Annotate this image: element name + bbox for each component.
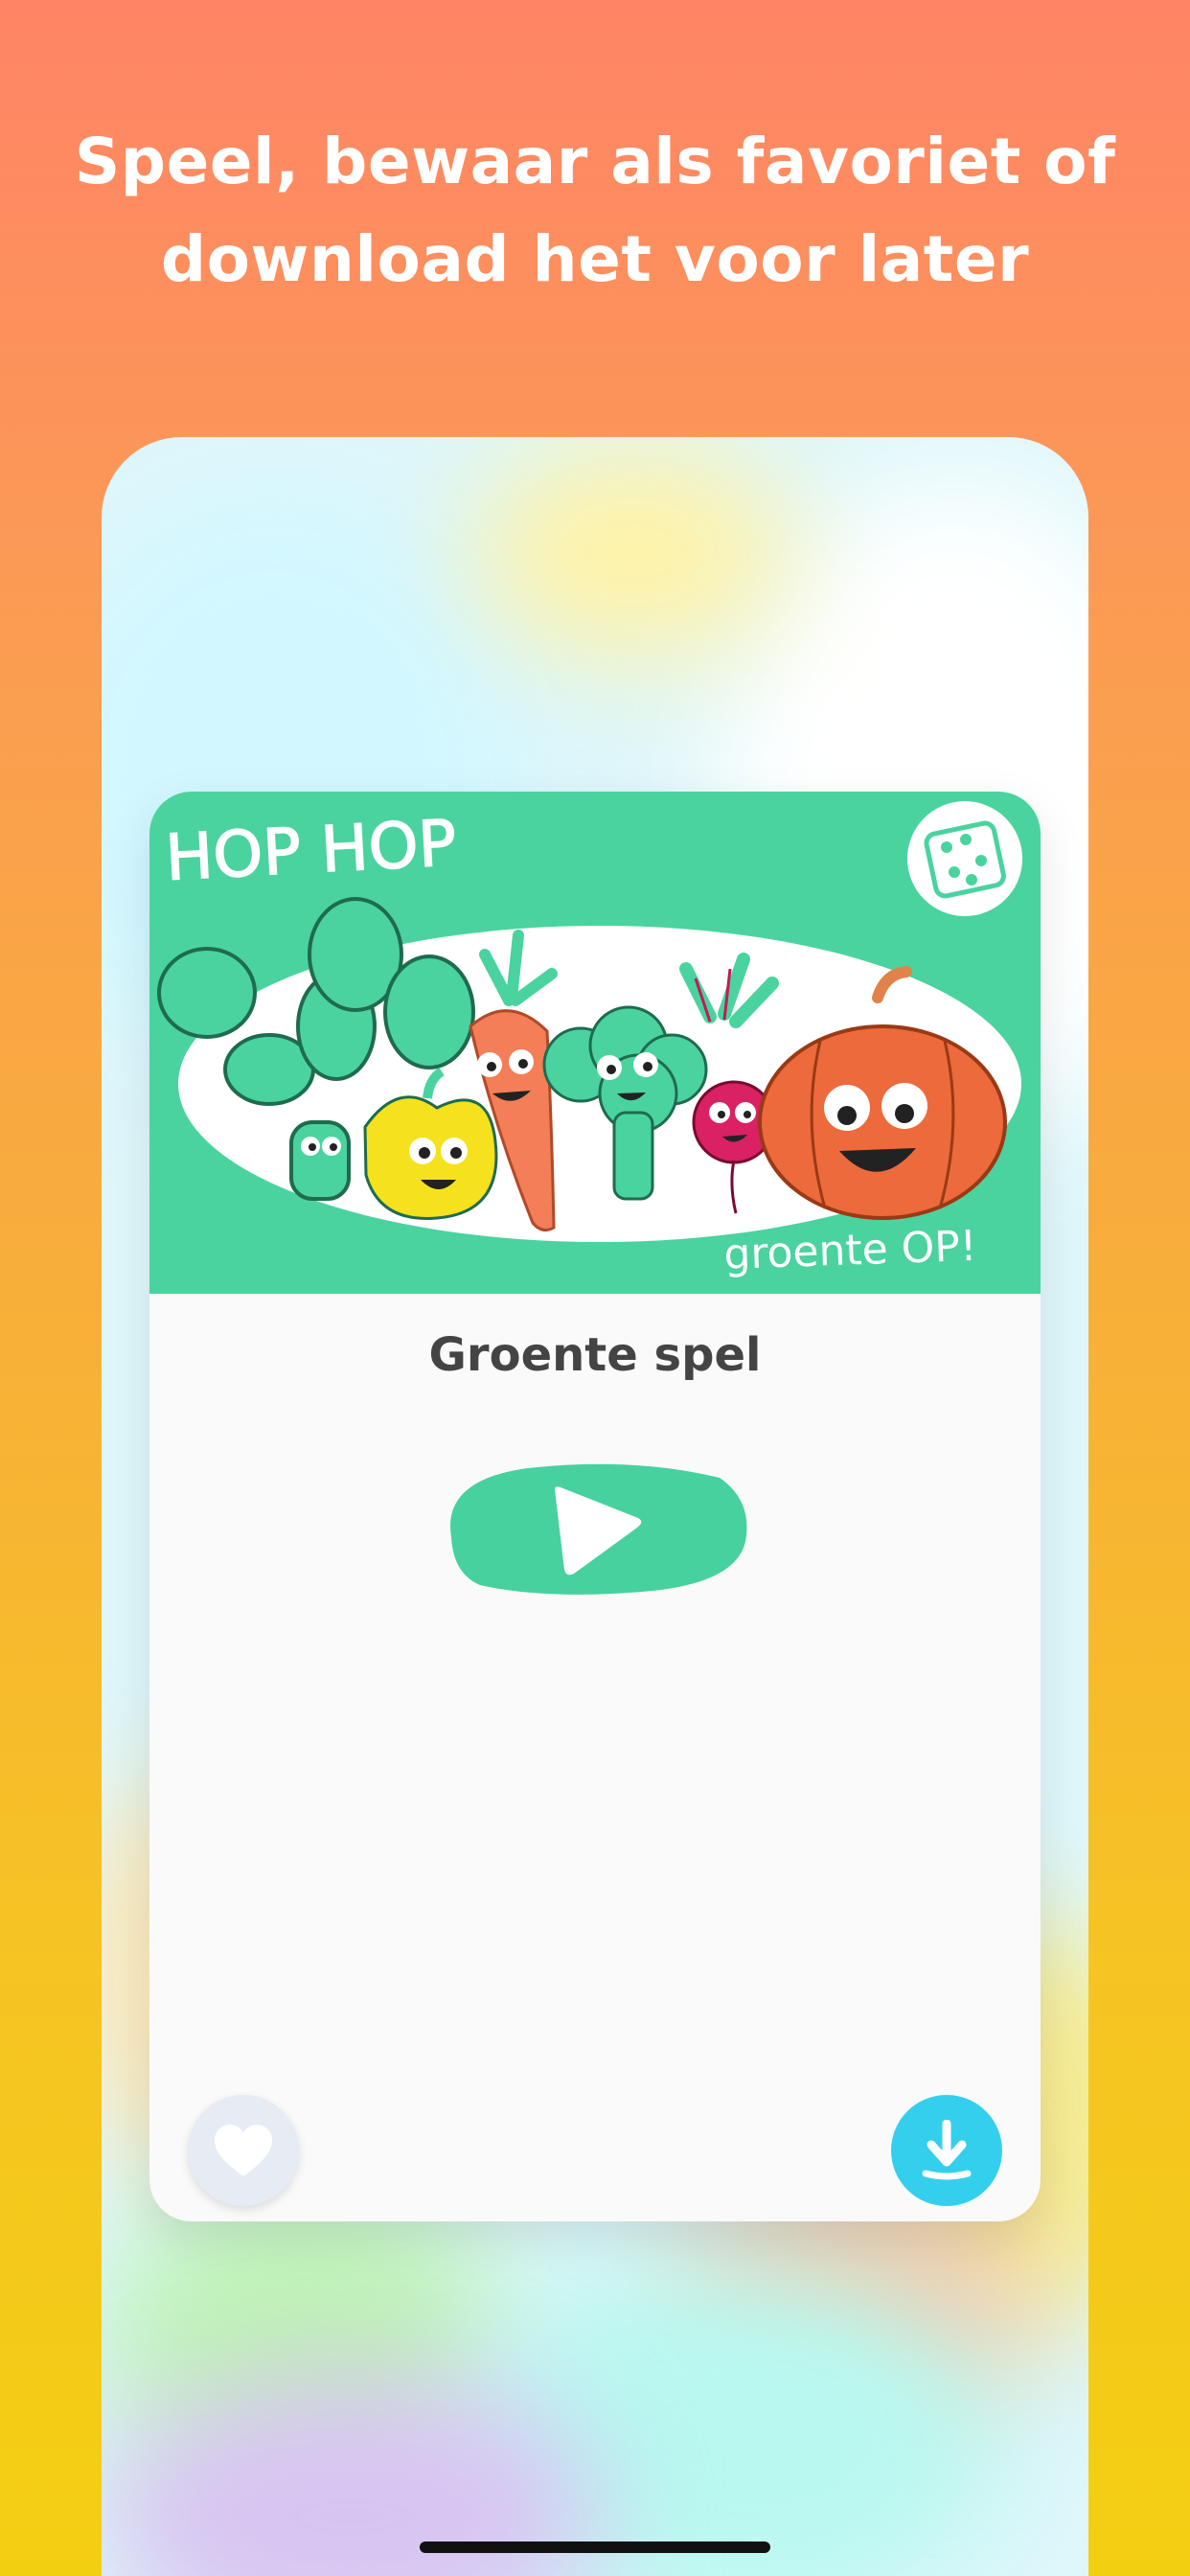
game-card: HOP HOP groente OP! Groente spel	[149, 792, 1041, 2221]
favorite-button[interactable]	[188, 2095, 299, 2206]
image-subtitle-text: groente OP!	[723, 1222, 978, 1279]
play-button[interactable]	[442, 1460, 748, 1600]
image-title-text: HOP HOP	[164, 806, 458, 895]
heart-icon	[215, 2125, 272, 2176]
headline-line-2: download het voor later	[160, 222, 1030, 296]
dice-icon	[907, 801, 1022, 916]
game-title: Groente spel	[428, 1328, 762, 1382]
download-icon	[922, 2120, 972, 2180]
phone-screen: HOP HOP groente OP! Groente spel	[102, 437, 1088, 2576]
headline-line-1: Speel, bewaar als favoriet of	[74, 125, 1116, 198]
game-thumbnail[interactable]: HOP HOP groente OP!	[149, 792, 1041, 1294]
download-button[interactable]	[891, 2095, 1002, 2206]
home-indicator[interactable]	[420, 2542, 770, 2553]
headline: Speel, bewaar als favoriet of download h…	[0, 113, 1190, 309]
